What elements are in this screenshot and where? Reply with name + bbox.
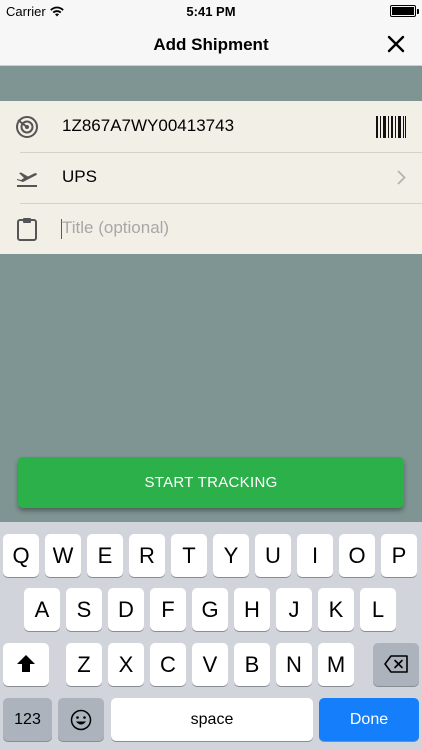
key-s[interactable]: S [66,588,102,631]
key-r[interactable]: R [129,534,165,577]
done-key[interactable]: Done [319,698,419,741]
key-g[interactable]: G [192,588,228,631]
tracking-number-input[interactable]: 1Z867A7WY00413743 [62,116,234,136]
chevron-right-icon [397,170,406,185]
barcode-icon[interactable] [376,116,406,138]
title-row[interactable]: Title (optional) [0,203,422,254]
carrier-value: UPS [62,167,97,186]
numbers-key[interactable]: 123 [3,698,52,741]
key-m[interactable]: M [318,643,354,686]
emoji-key[interactable] [58,698,104,741]
radar-icon [16,116,38,138]
title-input[interactable]: Title (optional) [62,218,169,238]
key-w[interactable]: W [45,534,81,577]
carrier-row[interactable]: UPS [0,152,422,203]
shift-icon [17,655,35,672]
key-q[interactable]: Q [3,534,39,577]
key-k[interactable]: K [318,588,354,631]
key-n[interactable]: N [276,643,312,686]
clipboard-icon [17,218,37,241]
key-e[interactable]: E [87,534,123,577]
start-tracking-button[interactable]: START TRACKING [18,457,404,508]
key-h[interactable]: H [234,588,270,631]
space-key[interactable]: space [111,698,313,741]
shift-key[interactable] [3,643,49,686]
key-c[interactable]: C [150,643,186,686]
key-l[interactable]: L [360,588,396,631]
key-b[interactable]: B [234,643,270,686]
battery-icon [390,5,419,17]
key-z[interactable]: Z [66,643,102,686]
key-a[interactable]: A [24,588,60,631]
key-u[interactable]: U [255,534,291,577]
key-x[interactable]: X [108,643,144,686]
navigation-bar: Add Shipment [0,22,422,66]
status-bar: Carrier 5:41 PM [0,0,422,22]
key-i[interactable]: I [297,534,333,577]
key-j[interactable]: J [276,588,312,631]
backspace-icon [384,655,408,673]
key-v[interactable]: V [192,643,228,686]
close-icon[interactable] [384,32,408,56]
tracking-number-row[interactable]: 1Z867A7WY00413743 [0,101,422,152]
backspace-key[interactable] [373,643,419,686]
shipment-form: 1Z867A7WY00413743 UPS Title (optional) [0,101,422,254]
key-y[interactable]: Y [213,534,249,577]
key-p[interactable]: P [381,534,417,577]
status-time: 5:41 PM [186,4,236,19]
emoji-icon [70,709,92,731]
page-title: Add Shipment [153,35,269,54]
keyboard: Q W E R T Y U I O P A S D F G H J K L Z … [0,522,422,750]
key-f[interactable]: F [150,588,186,631]
key-d[interactable]: D [108,588,144,631]
key-t[interactable]: T [171,534,207,577]
key-o[interactable]: O [339,534,375,577]
airplane-departure-icon [17,172,37,187]
